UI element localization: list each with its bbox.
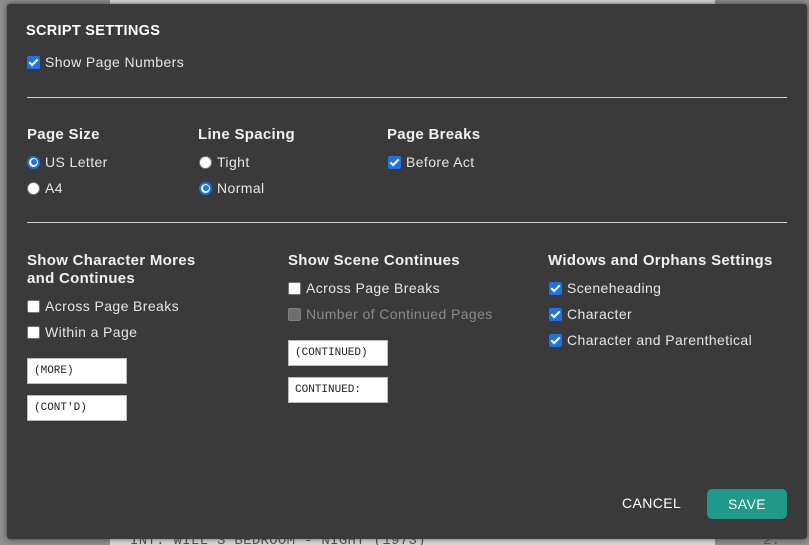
scene-across-page-breaks-checkbox[interactable] [288, 281, 301, 295]
page-breaks-heading: Page Breaks [387, 126, 481, 143]
mores-within-page-checkbox[interactable] [27, 325, 40, 339]
dialog-title: SCRIPT SETTINGS [26, 23, 161, 39]
contd-text-field[interactable]: (CONT'D) [27, 395, 127, 421]
divider [27, 97, 787, 98]
character-mores-heading-line1: Show Character Mores [27, 252, 196, 269]
show-page-numbers-option[interactable]: Show Page Numbers [27, 54, 184, 70]
character-parenthetical-option[interactable]: Character and Parenthetical [549, 332, 752, 348]
more-text-field[interactable]: (MORE) [27, 358, 127, 384]
normal-label: Normal [217, 180, 265, 196]
tight-radio[interactable] [199, 155, 212, 169]
scene-across-page-breaks-option[interactable]: Across Page Breaks [288, 280, 440, 296]
character-parenthetical-checkbox[interactable] [549, 333, 562, 347]
sceneheading-label: Sceneheading [567, 280, 662, 296]
a4-label: A4 [45, 180, 63, 196]
divider [27, 222, 787, 223]
sceneheading-option[interactable]: Sceneheading [549, 280, 661, 296]
continued-bottom-field[interactable]: CONTINUED: [288, 377, 388, 403]
character-parenthetical-label: Character and Parenthetical [567, 332, 753, 348]
widows-orphans-heading: Widows and Orphans Settings [548, 252, 773, 269]
cancel-button[interactable]: CANCEL [622, 495, 681, 511]
character-checkbox[interactable] [549, 307, 562, 321]
page-size-a4-option[interactable]: A4 [27, 180, 63, 196]
a4-radio[interactable] [27, 181, 40, 195]
character-mores-heading-line2: and Continues [27, 270, 136, 287]
before-act-label: Before Act [406, 154, 475, 170]
mores-across-page-breaks-option[interactable]: Across Page Breaks [27, 298, 179, 314]
mores-across-page-breaks-checkbox[interactable] [27, 299, 40, 313]
show-page-numbers-checkbox[interactable] [27, 55, 40, 69]
before-act-checkbox[interactable] [388, 155, 401, 169]
character-label: Character [567, 306, 633, 322]
mores-across-page-breaks-label: Across Page Breaks [45, 298, 180, 314]
save-button[interactable]: SAVE [707, 489, 787, 519]
line-spacing-normal-option[interactable]: Normal [199, 180, 265, 196]
sceneheading-checkbox[interactable] [549, 281, 562, 295]
line-spacing-tight-option[interactable]: Tight [199, 154, 250, 170]
page-size-heading: Page Size [27, 126, 100, 143]
continued-top-field[interactable]: (CONTINUED) [288, 340, 388, 366]
us-letter-radio[interactable] [27, 155, 40, 169]
tight-label: Tight [217, 154, 250, 170]
number-continued-pages-option: Number of Continued Pages [288, 306, 493, 322]
mores-within-page-label: Within a Page [45, 324, 138, 340]
scene-continues-heading: Show Scene Continues [288, 252, 460, 269]
us-letter-label: US Letter [45, 154, 108, 170]
scene-across-page-breaks-label: Across Page Breaks [306, 280, 441, 296]
normal-radio[interactable] [199, 181, 212, 195]
mores-within-page-option[interactable]: Within a Page [27, 324, 137, 340]
before-act-option[interactable]: Before Act [388, 154, 475, 170]
show-page-numbers-label: Show Page Numbers [45, 54, 185, 70]
character-mores-heading: Show Character Mores and Continues [27, 252, 196, 288]
number-continued-pages-label: Number of Continued Pages [306, 306, 493, 322]
script-settings-dialog: SCRIPT SETTINGS Show Page Numbers Page S… [7, 4, 807, 539]
character-option[interactable]: Character [549, 306, 632, 322]
number-continued-pages-checkbox [288, 307, 301, 321]
page-size-us-letter-option[interactable]: US Letter [27, 154, 108, 170]
line-spacing-heading: Line Spacing [198, 126, 295, 143]
